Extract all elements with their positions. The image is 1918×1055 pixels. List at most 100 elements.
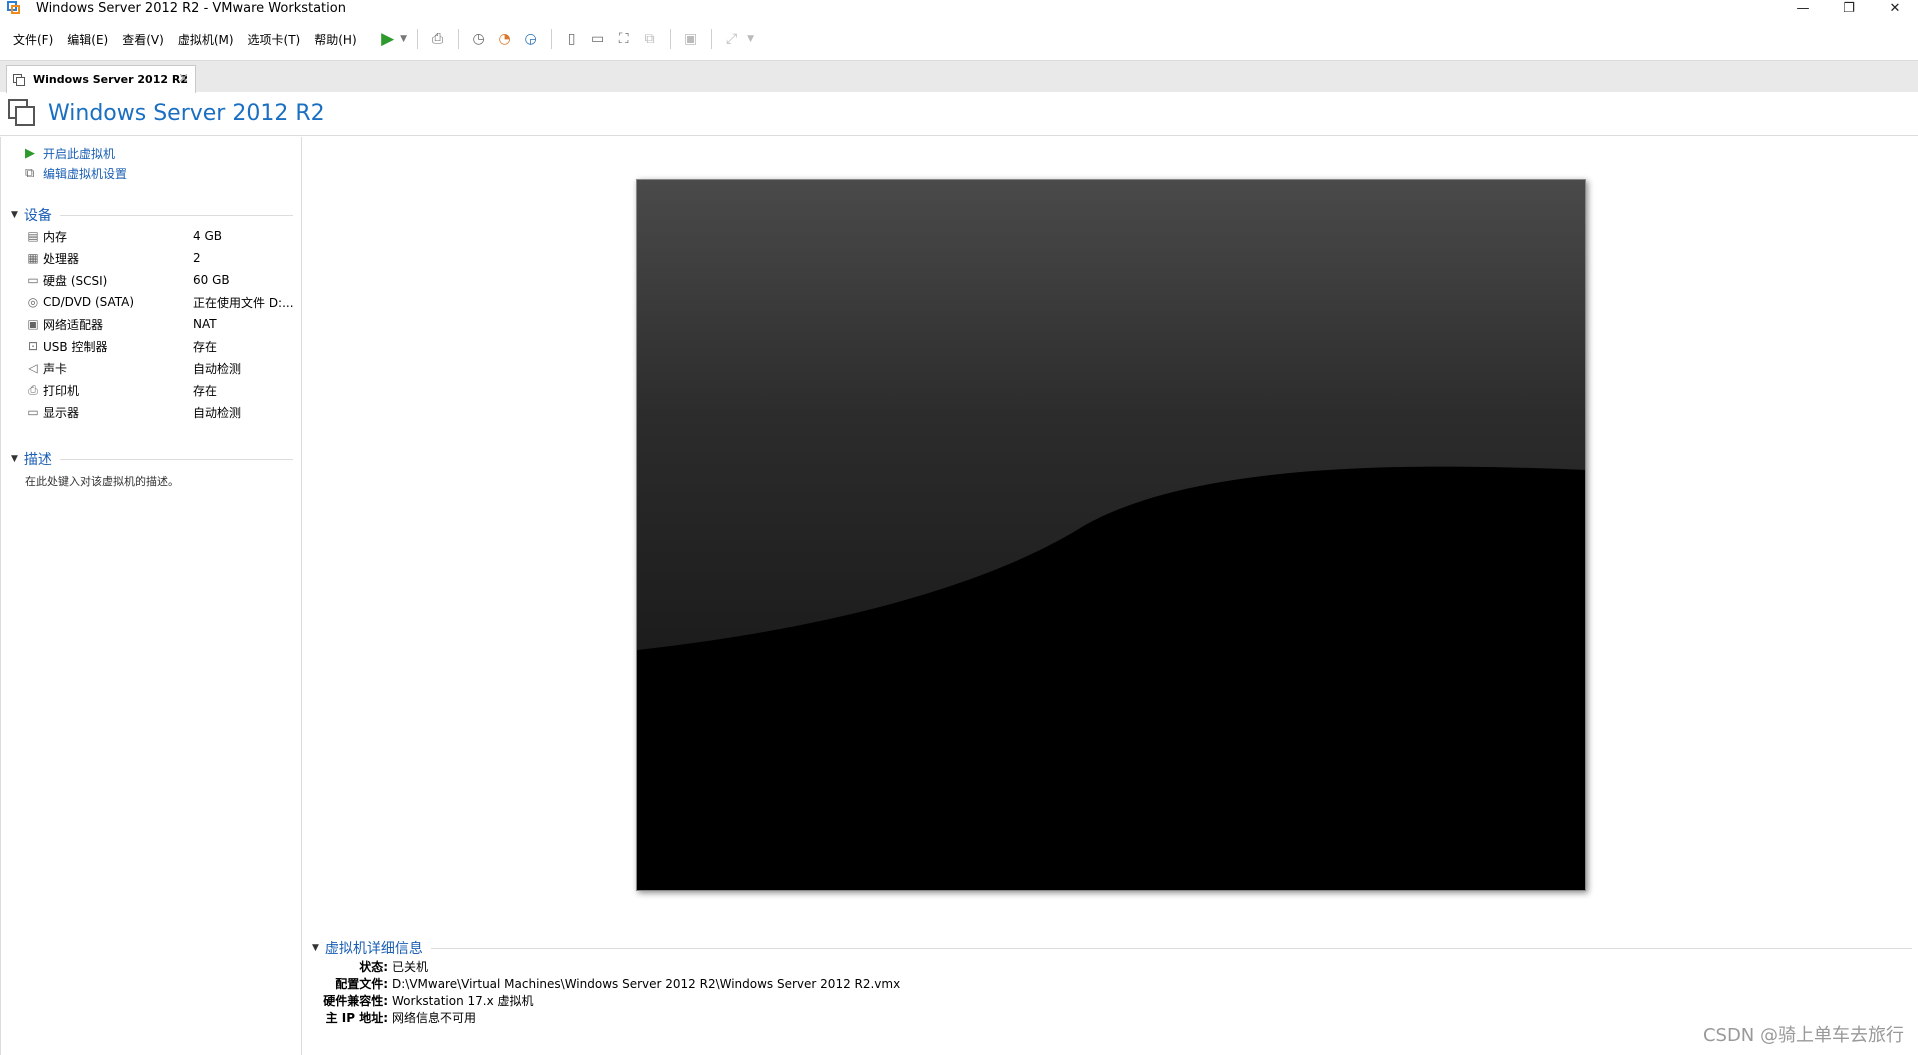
device-row-usb[interactable]: ⊡ USB 控制器 存在 (1, 335, 301, 357)
power-on-label: 开启此虚拟机 (43, 146, 116, 161)
device-name: 声卡 (43, 361, 68, 376)
network-icon: ▣ (27, 317, 39, 331)
menu-tabs[interactable]: 选项卡(T) (241, 31, 308, 48)
snapshot-icon[interactable]: ◷ (466, 27, 492, 51)
device-row-memory[interactable]: ▤ 内存 4 GB (1, 225, 301, 247)
tab-close-icon[interactable]: × (178, 71, 189, 86)
device-name: 显示器 (43, 405, 80, 420)
tab-strip: Windows Server 2012 R2 × (0, 60, 1918, 93)
tab-vm[interactable]: Windows Server 2012 R2 × (6, 65, 196, 93)
vmware-app-icon (6, 0, 22, 16)
snapshot-manager-icon[interactable]: ◶ (518, 27, 544, 51)
power-on-play-icon[interactable]: ▶ (378, 27, 398, 51)
device-value: 自动检测 (193, 361, 242, 376)
window-title: Windows Server 2012 R2 - VMware Workstat… (36, 0, 346, 16)
device-row-cpu[interactable]: ▦ 处理器 2 (1, 247, 301, 269)
restore-button[interactable]: ❐ (1826, 0, 1872, 16)
toolbar-divider (416, 29, 418, 49)
revert-snapshot-icon[interactable]: ◔ (492, 27, 518, 51)
device-name: 处理器 (43, 251, 80, 266)
console-view-icon[interactable]: ▣ (678, 27, 704, 51)
close-window-button[interactable]: ✕ (1872, 0, 1918, 16)
device-value: 正在使用文件 D:... (193, 295, 293, 310)
title-bar: Windows Server 2012 R2 - VMware Workstat… (0, 0, 1918, 16)
devices-title: 设备 (23, 208, 52, 224)
collapse-chevron-down-icon: ▼ (11, 210, 18, 220)
menu-view[interactable]: 查看(V) (115, 31, 171, 48)
section-divider (59, 214, 293, 216)
memory-icon: ▤ (27, 229, 39, 243)
device-value: 自动检测 (193, 405, 242, 420)
detail-key: 状态: (359, 960, 388, 974)
thumbnail-bar-icon[interactable]: ▭ (585, 27, 611, 51)
device-name: 硬盘 (SCSI) (43, 273, 108, 288)
menu-bar: 文件(F) 编辑(E) 查看(V) 虚拟机(M) 选项卡(T) 帮助(H) ▶ … (0, 24, 1918, 54)
description-field[interactable]: 在此处键入对该虚拟机的描述。 (1, 473, 301, 489)
stretch-dropdown-chevron-down-icon[interactable]: ▼ (745, 34, 757, 44)
tab-label: Windows Server 2012 R2 (33, 73, 188, 86)
vm-screen-graphic (637, 180, 1585, 890)
menu-file[interactable]: 文件(F) (6, 31, 60, 48)
toolbar-divider (710, 29, 712, 49)
detail-value: 网络信息不可用 (392, 1011, 477, 1025)
collapse-chevron-down-icon: ▼ (11, 454, 18, 464)
device-name: 网络适配器 (43, 317, 104, 332)
edit-settings-label: 编辑虚拟机设置 (43, 166, 128, 181)
device-row-display[interactable]: ▭ 显示器 自动检测 (1, 401, 301, 423)
usb-icon: ⊡ (27, 339, 39, 353)
power-dropdown-chevron-down-icon[interactable]: ▼ (398, 34, 410, 44)
toolbar-divider (550, 29, 552, 49)
cdrom-icon: ◎ (27, 295, 39, 309)
devices-section-header[interactable]: ▼ 设备 (1, 205, 301, 225)
vm-header: Windows Server 2012 R2 (0, 92, 1918, 136)
vm-screen-thumbnail[interactable] (636, 179, 1586, 891)
detail-key: 硬件兼容性: (323, 994, 388, 1008)
detail-row-status: 状态: 已关机 (312, 958, 1912, 975)
menu-help[interactable]: 帮助(H) (307, 31, 363, 48)
device-row-printer[interactable]: ⎙ 打印机 存在 (1, 379, 301, 401)
device-value: 2 (193, 251, 201, 265)
minimize-button[interactable]: — (1780, 0, 1826, 16)
window-controls: — ❐ ✕ (1780, 0, 1918, 16)
send-ctrl-alt-del-icon[interactable]: ⎙ (425, 27, 451, 51)
details-section-header[interactable]: ▼ 虚拟机详细信息 (312, 938, 1912, 958)
toolbar: ▶ ▼ ⎙ ◷ ◔ ◶ ▯ ▭ ⛶ ⧉ ▣ ⤢ ▼ (378, 27, 757, 51)
description-title: 描述 (23, 452, 52, 468)
toolbar-divider (457, 29, 459, 49)
detail-value: 已关机 (392, 960, 429, 974)
detail-key: 主 IP 地址: (325, 1011, 388, 1025)
device-name: 内存 (43, 229, 68, 244)
device-value: NAT (193, 317, 217, 331)
show-library-icon[interactable]: ▯ (559, 27, 585, 51)
detail-value: Workstation 17.x 虚拟机 (392, 994, 534, 1008)
edit-vm-settings-link[interactable]: ⧉ 编辑虚拟机设置 (1, 163, 301, 183)
page-title: Windows Server 2012 R2 (48, 101, 325, 126)
device-value: 存在 (193, 383, 218, 398)
unity-icon[interactable]: ⧉ (637, 27, 663, 51)
description-section-header[interactable]: ▼ 描述 (1, 449, 301, 469)
printer-icon: ⎙ (28, 382, 38, 397)
menu-edit[interactable]: 编辑(E) (60, 31, 115, 48)
power-on-vm-link[interactable]: ▶ 开启此虚拟机 (1, 143, 301, 163)
device-value: 60 GB (193, 273, 230, 287)
device-row-sound[interactable]: ◁ 声卡 自动检测 (1, 357, 301, 379)
device-value: 4 GB (193, 229, 222, 243)
section-divider (430, 947, 1912, 949)
device-row-network[interactable]: ▣ 网络适配器 NAT (1, 313, 301, 335)
csdn-watermark: CSDN @骑上单车去旅行 (1702, 1025, 1904, 1046)
cpu-icon: ▦ (27, 251, 39, 265)
device-name: CD/DVD (SATA) (43, 295, 135, 309)
stretch-guest-icon[interactable]: ⤢ (719, 27, 745, 51)
detail-value: D:\VMware\Virtual Machines\Windows Serve… (392, 976, 901, 991)
menu-vm[interactable]: 虚拟机(M) (171, 31, 241, 48)
play-icon: ▶ (25, 145, 35, 161)
vm-details-section: ▼ 虚拟机详细信息 状态: 已关机 配置文件: D:\VMware\Virtua… (312, 938, 1912, 1026)
device-row-harddisk[interactable]: ▭ 硬盘 (SCSI) 60 GB (1, 269, 301, 291)
vm-icon (13, 73, 27, 86)
device-row-cdrom[interactable]: ◎ CD/DVD (SATA) 正在使用文件 D:... (1, 291, 301, 313)
device-value: 存在 (193, 339, 218, 354)
device-name: USB 控制器 (43, 339, 108, 354)
harddisk-icon: ▭ (27, 273, 39, 287)
detail-key: 配置文件: (335, 977, 388, 991)
full-screen-icon[interactable]: ⛶ (611, 27, 637, 51)
